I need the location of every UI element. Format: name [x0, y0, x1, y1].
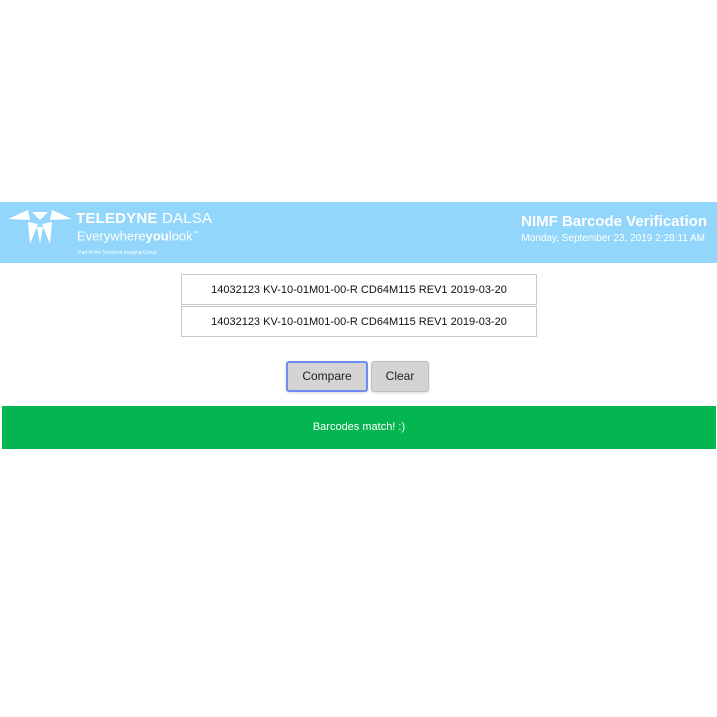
- logo-brand-light: DALSA: [162, 210, 213, 227]
- page-title: NIMF Barcode Verification: [521, 213, 707, 230]
- clear-button[interactable]: Clear: [371, 361, 429, 392]
- datetime-display: Monday, September 23, 2019 2:28:11 AM: [521, 233, 705, 244]
- logo-tagline-bold: you: [145, 228, 169, 244]
- compare-button[interactable]: Compare: [286, 361, 368, 392]
- logo-brand: TELEDYNE DALSA: [76, 211, 212, 227]
- app-header: TELEDYNE DALSA Everywhereyoulook™ Part o…: [0, 202, 717, 263]
- teledyne-logo-icon: [8, 210, 72, 244]
- logo-trademark: ™: [192, 231, 199, 237]
- result-banner: Barcodes match! :): [2, 406, 716, 449]
- logo-tagline-prefix: Everywhere: [77, 228, 146, 244]
- logo-tagline: Everywhereyoulook™: [77, 227, 199, 243]
- logo-brand-bold: TELEDYNE: [76, 210, 158, 227]
- logo-subtext: Part of the Teledyne Imaging Group: [78, 250, 157, 256]
- barcode-input-2[interactable]: [181, 306, 537, 337]
- barcode-verification-page: TELEDYNE DALSA Everywhereyoulook™ Part o…: [0, 0, 717, 717]
- logo-tagline-suffix: look: [168, 228, 193, 244]
- barcode-input-1[interactable]: [181, 274, 537, 305]
